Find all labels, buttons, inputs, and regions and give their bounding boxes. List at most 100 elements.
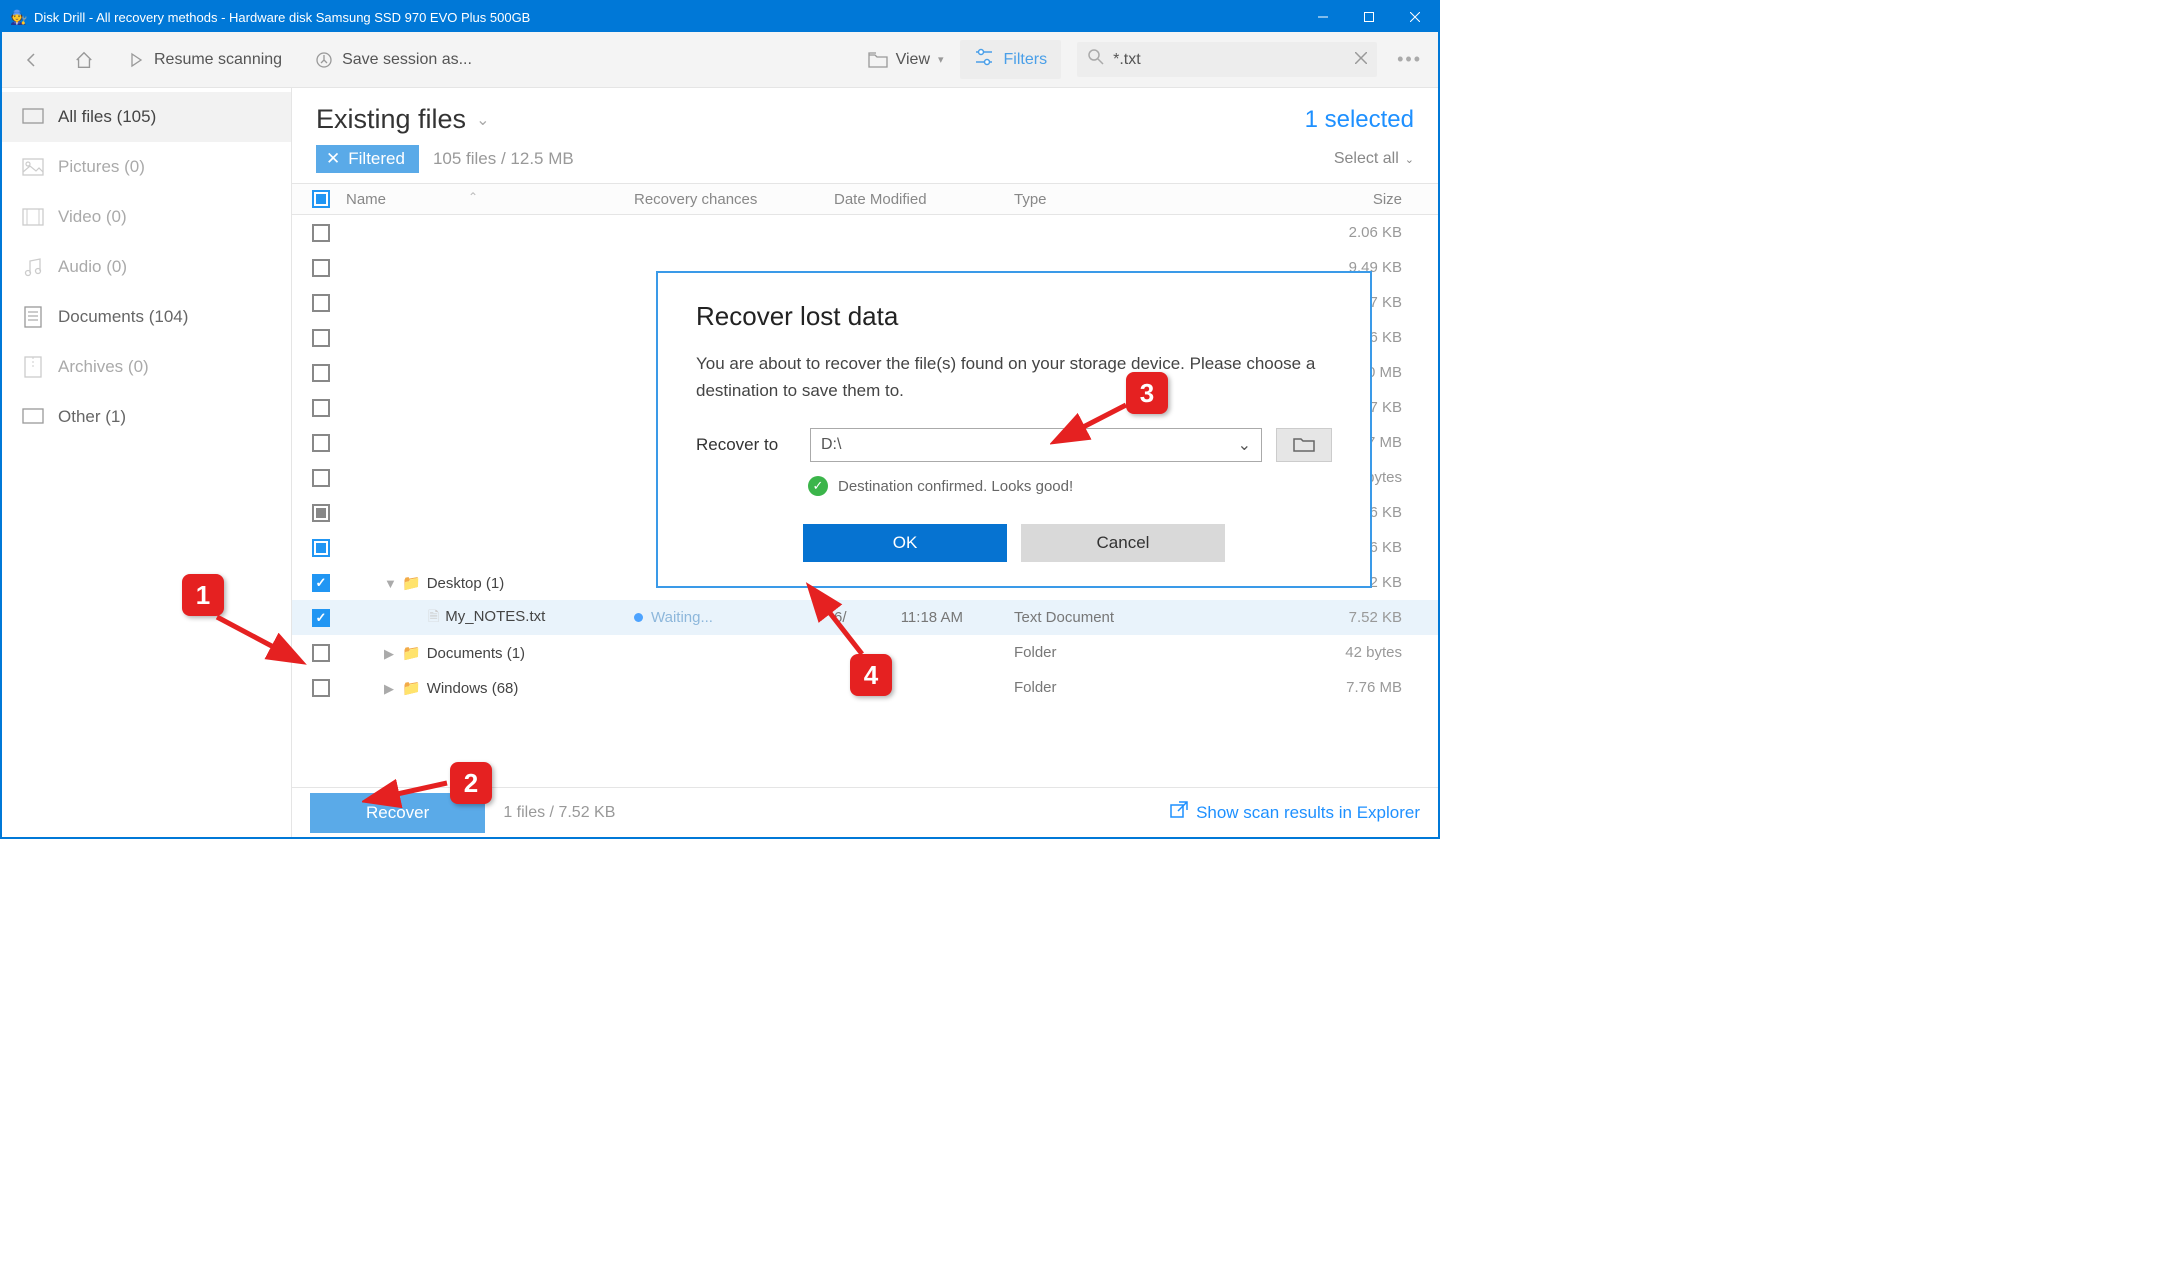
folder-icon: 📁 xyxy=(402,680,421,697)
sidebar-item-audio[interactable]: Audio (0) xyxy=(2,242,291,292)
sidebar: All files (105) Pictures (0) Video (0) A… xyxy=(2,88,292,837)
row-checkbox[interactable] xyxy=(312,259,330,277)
row-checkbox[interactable] xyxy=(312,574,330,592)
main-panel: Existing files ⌄ 1 selected ✕ Filtered 1… xyxy=(292,88,1438,837)
folder-icon xyxy=(1293,435,1315,456)
open-external-icon xyxy=(1170,801,1188,824)
column-name[interactable]: Name⌃ xyxy=(338,191,634,208)
window-title: Disk Drill - All recovery methods - Hard… xyxy=(34,10,1300,25)
row-checkbox[interactable] xyxy=(312,644,330,662)
filtered-chip[interactable]: ✕ Filtered xyxy=(316,145,419,173)
sidebar-label: Audio (0) xyxy=(58,257,127,277)
select-all-button[interactable]: Select all ⌄ xyxy=(1334,150,1414,168)
dialog-title: Recover lost data xyxy=(696,301,1332,332)
row-checkbox[interactable] xyxy=(312,399,330,417)
close-button[interactable] xyxy=(1392,2,1438,32)
selected-count: 1 selected xyxy=(1305,106,1414,134)
view-label: View xyxy=(896,51,930,69)
chevron-down-icon: ⌄ xyxy=(1238,435,1251,455)
clear-search-icon[interactable] xyxy=(1355,51,1367,69)
ok-button[interactable]: OK xyxy=(803,524,1007,562)
confirm-row: ✓ Destination confirmed. Looks good! xyxy=(808,476,1332,496)
recover-to-label: Recover to xyxy=(696,435,796,455)
annotation-marker-3: 3 xyxy=(1126,372,1168,414)
more-button[interactable]: ••• xyxy=(1393,49,1426,70)
folder-icon: 📁 xyxy=(402,645,421,662)
sidebar-item-archives[interactable]: Archives (0) xyxy=(2,342,291,392)
sidebar-item-video[interactable]: Video (0) xyxy=(2,192,291,242)
other-icon xyxy=(22,406,44,428)
home-icon xyxy=(74,50,94,70)
save-icon xyxy=(314,50,334,70)
sidebar-label: Archives (0) xyxy=(58,357,149,377)
chevron-down-icon: ⌄ xyxy=(1405,153,1414,166)
sidebar-item-pictures[interactable]: Pictures (0) xyxy=(2,142,291,192)
back-arrow-icon xyxy=(22,50,42,70)
row-checkbox[interactable] xyxy=(312,469,330,487)
select-all-checkbox[interactable] xyxy=(312,190,330,208)
back-button[interactable] xyxy=(14,44,50,76)
row-checkbox[interactable] xyxy=(312,504,330,522)
search-box[interactable] xyxy=(1077,42,1377,77)
app-icon: 🧑‍🔧 xyxy=(10,8,28,26)
filters-button[interactable]: Filters xyxy=(960,40,1062,79)
column-type[interactable]: Type xyxy=(1014,191,1174,208)
column-size[interactable]: Size xyxy=(1174,191,1426,208)
waiting-dot-icon xyxy=(634,613,643,622)
show-in-explorer-link[interactable]: Show scan results in Explorer xyxy=(1170,801,1420,824)
play-icon xyxy=(126,50,146,70)
table-row-my-notes[interactable]: 🗎My_NOTES.txt Waiting... 6/ 11:18 AM Tex… xyxy=(292,600,1438,635)
row-checkbox[interactable] xyxy=(312,224,330,242)
column-date[interactable]: Date Modified xyxy=(834,191,1014,208)
folder-icon: 📁 xyxy=(402,575,421,592)
sidebar-label: Other (1) xyxy=(58,407,126,427)
search-input[interactable] xyxy=(1113,51,1347,69)
folder-icon xyxy=(868,50,888,70)
video-icon xyxy=(22,206,44,228)
annotation-marker-4: 4 xyxy=(850,654,892,696)
row-checkbox[interactable] xyxy=(312,364,330,382)
row-checkbox[interactable] xyxy=(312,679,330,697)
browse-button[interactable] xyxy=(1276,428,1332,462)
sidebar-label: Documents (104) xyxy=(58,307,188,327)
row-checkbox[interactable] xyxy=(312,294,330,312)
view-dropdown[interactable]: View ▾ xyxy=(868,50,944,70)
filters-label: Filters xyxy=(1004,51,1048,69)
titlebar: 🧑‍🔧 Disk Drill - All recovery methods - … xyxy=(2,2,1438,32)
sidebar-item-all-files[interactable]: All files (105) xyxy=(2,92,291,142)
column-recovery[interactable]: Recovery chances xyxy=(634,191,834,208)
minimize-button[interactable] xyxy=(1300,2,1346,32)
check-circle-icon: ✓ xyxy=(808,476,828,496)
sidebar-item-documents[interactable]: Documents (104) xyxy=(2,292,291,342)
caret-right-icon[interactable]: ▶ xyxy=(384,681,398,697)
image-icon xyxy=(22,156,44,178)
sliders-icon xyxy=(974,48,994,71)
maximize-button[interactable] xyxy=(1346,2,1392,32)
row-checkbox[interactable] xyxy=(312,434,330,452)
sidebar-label: All files (105) xyxy=(58,107,156,127)
resume-scanning-button[interactable]: Resume scanning xyxy=(118,44,290,76)
archive-icon xyxy=(22,356,44,378)
save-session-label: Save session as... xyxy=(342,51,472,69)
save-session-button[interactable]: Save session as... xyxy=(306,44,480,76)
caret-right-icon[interactable]: ▶ xyxy=(384,646,398,662)
row-checkbox[interactable] xyxy=(312,329,330,347)
row-checkbox[interactable] xyxy=(312,539,330,557)
cancel-button[interactable]: Cancel xyxy=(1021,524,1225,562)
main-title[interactable]: Existing files ⌄ xyxy=(316,104,489,135)
dialog-body: You are about to recover the file(s) fou… xyxy=(696,350,1332,404)
destination-select[interactable]: D:\ ⌄ xyxy=(810,428,1262,462)
close-icon[interactable]: ✕ xyxy=(326,149,340,169)
file-stats: 105 files / 12.5 MB xyxy=(433,149,574,169)
table-row[interactable]: 2.06 KB xyxy=(292,215,1438,250)
row-checkbox[interactable] xyxy=(312,609,330,627)
sidebar-item-other[interactable]: Other (1) xyxy=(2,392,291,442)
sidebar-label: Video (0) xyxy=(58,207,127,227)
caret-down-icon[interactable]: ▼ xyxy=(384,576,398,591)
stack-icon xyxy=(22,106,44,128)
chevron-down-icon: ⌄ xyxy=(476,110,489,130)
sort-arrow-icon: ⌃ xyxy=(468,190,478,204)
home-button[interactable] xyxy=(66,44,102,76)
resume-label: Resume scanning xyxy=(154,51,282,69)
toolbar: Resume scanning Save session as... View … xyxy=(2,32,1438,88)
